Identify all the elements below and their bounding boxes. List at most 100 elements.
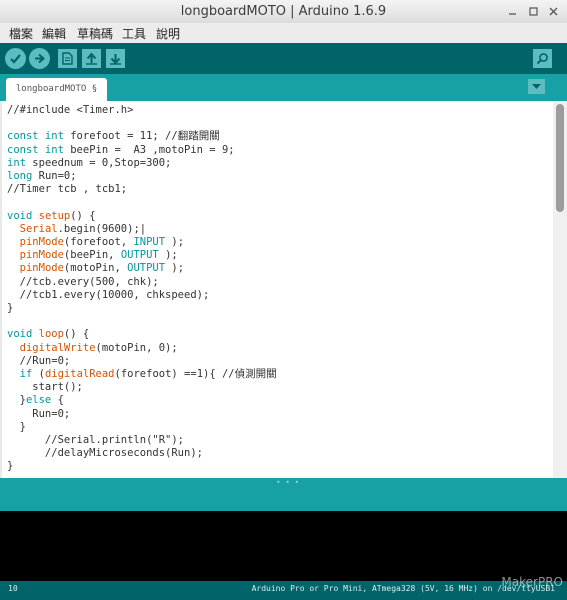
code-line: int speednum = 0,Stop=300; (7, 157, 171, 170)
code-line: const int forefoot = 11; //翻踏開關 (7, 130, 220, 143)
code-token: const int (7, 130, 64, 143)
code-line: } (7, 421, 26, 434)
code-token: int (7, 156, 26, 169)
upload-button[interactable] (29, 48, 50, 69)
editor-scrollbar-thumb[interactable] (556, 104, 564, 212)
code-line: //Run=0; (7, 354, 71, 368)
code-token: } (7, 420, 26, 433)
code-token: pinMode (19, 249, 64, 262)
code-line: Serial.begin(9600);| (7, 223, 146, 236)
code-token: digitalRead (44, 368, 115, 380)
code-token: } (7, 394, 26, 407)
code-line: if (digitalRead(forefoot) ==1){ //偵測開關 (7, 368, 277, 381)
code-token: () { (63, 328, 90, 341)
code-token: Run=0; (38, 170, 77, 182)
code-token: const int (7, 143, 64, 156)
menu-sketch[interactable]: 草稿碼 (77, 25, 113, 42)
serial-monitor-button[interactable] (533, 49, 552, 68)
code-token: //tcb1.every(10000, chkspeed); (7, 288, 210, 301)
menu-file[interactable]: 檔案 (9, 25, 33, 42)
code-token: (forefoot) ==1){ //偵測開關 (114, 368, 277, 380)
window-title: longboardMOTO | Arduino 1.6.9 (180, 4, 387, 19)
code-token: forefoot = 11; //翻踏開關 (70, 130, 220, 143)
code-token: else (25, 394, 52, 407)
code-token: } (7, 302, 14, 314)
code-token: //Timer tcb , tcb1; (7, 183, 128, 196)
divider-grip[interactable]: • • • (276, 478, 300, 487)
code-token: //#include <Timer.h> (7, 104, 134, 116)
maximize-button[interactable] (527, 5, 540, 18)
code-token: OUTPUT (120, 249, 159, 262)
minimize-icon (509, 13, 516, 15)
watermark: MakerPRO (501, 575, 563, 589)
open-button[interactable] (82, 49, 101, 68)
code-editor[interactable]: //#include <Timer.h> const int forefoot =… (2, 101, 553, 478)
code-token: speednum = 0,Stop=300; (32, 156, 172, 169)
code-token: pinMode (19, 236, 64, 248)
code-line: pinMode(beePin, OUTPUT ); (7, 249, 178, 262)
code-line: pinMode(motoPin, OUTPUT ); (7, 262, 184, 275)
code-token: setup (38, 209, 71, 222)
minimize-button[interactable] (506, 5, 519, 18)
new-file-icon (62, 52, 73, 65)
code-line: Run=0; (7, 408, 70, 421)
code-token: (motoPin, (63, 262, 128, 275)
code-line: long Run=0; (7, 170, 77, 183)
code-token: pinMode (19, 262, 64, 275)
close-button[interactable] (547, 5, 560, 18)
code-line: void setup() { (7, 210, 96, 223)
code-token: void (7, 328, 33, 341)
arrow-up-icon (86, 52, 97, 65)
code-token: void (7, 209, 33, 222)
code-token: { (57, 394, 64, 407)
code-line: //tcb.every(500, chk); (7, 276, 159, 289)
verify-button[interactable] (5, 48, 26, 69)
save-button[interactable] (106, 49, 125, 68)
triangle-down-icon (532, 83, 541, 89)
code-token: //Serial.println("R"); (7, 434, 185, 446)
code-token: } (7, 460, 14, 473)
menu-edit[interactable]: 編輯 (42, 25, 66, 42)
code-line: pinMode(forefoot, INPUT ); (7, 236, 184, 249)
arrow-down-icon (110, 54, 121, 65)
code-line: digitalWrite(motoPin, 0); (7, 342, 178, 355)
code-token: (motoPin, 0); (95, 341, 178, 354)
magnifier-icon (536, 53, 548, 65)
code-line: } (7, 302, 13, 315)
code-token: long (7, 170, 33, 182)
new-sketch-button[interactable] (58, 49, 77, 68)
code-token: INPUT (133, 236, 166, 248)
code-token: beePin = A3 ,motoPin = 9; (70, 143, 235, 156)
code-line: }else { (7, 394, 64, 407)
code-token: () { (70, 209, 96, 222)
code-line: const int beePin = A3 ,motoPin = 9; (7, 144, 235, 157)
code-line: //Timer tcb , tcb1; (7, 183, 127, 196)
check-icon (10, 54, 21, 64)
code-line: //Serial.println("R"); (7, 434, 184, 447)
code-token: if (19, 368, 33, 380)
code-token: //delayMicroseconds(Run); (7, 447, 203, 460)
code-token: ); (171, 262, 185, 275)
code-line: //delayMicroseconds(Run); (7, 447, 203, 460)
code-line: start(); (7, 381, 83, 394)
code-line: //tcb1.every(10000, chkspeed); (7, 288, 210, 302)
code-token: //tcb.every(500, chk); (7, 275, 159, 288)
code-token: ); (171, 236, 185, 248)
code-line: } (7, 460, 13, 473)
code-token: .begin(9600);| (57, 222, 147, 235)
menu-tools[interactable]: 工具 (122, 25, 146, 42)
tab-menu-button[interactable] (528, 79, 545, 94)
code-token: //Run=0; (7, 354, 71, 367)
code-token: OUTPUT (127, 262, 166, 275)
close-icon (549, 7, 558, 16)
tab-longboardmoto[interactable]: longboardMOTO § (6, 78, 107, 101)
console-output[interactable] (0, 511, 567, 581)
code-token: Serial (19, 222, 58, 235)
maximize-icon (529, 7, 538, 16)
menu-help[interactable]: 說明 (156, 25, 180, 42)
